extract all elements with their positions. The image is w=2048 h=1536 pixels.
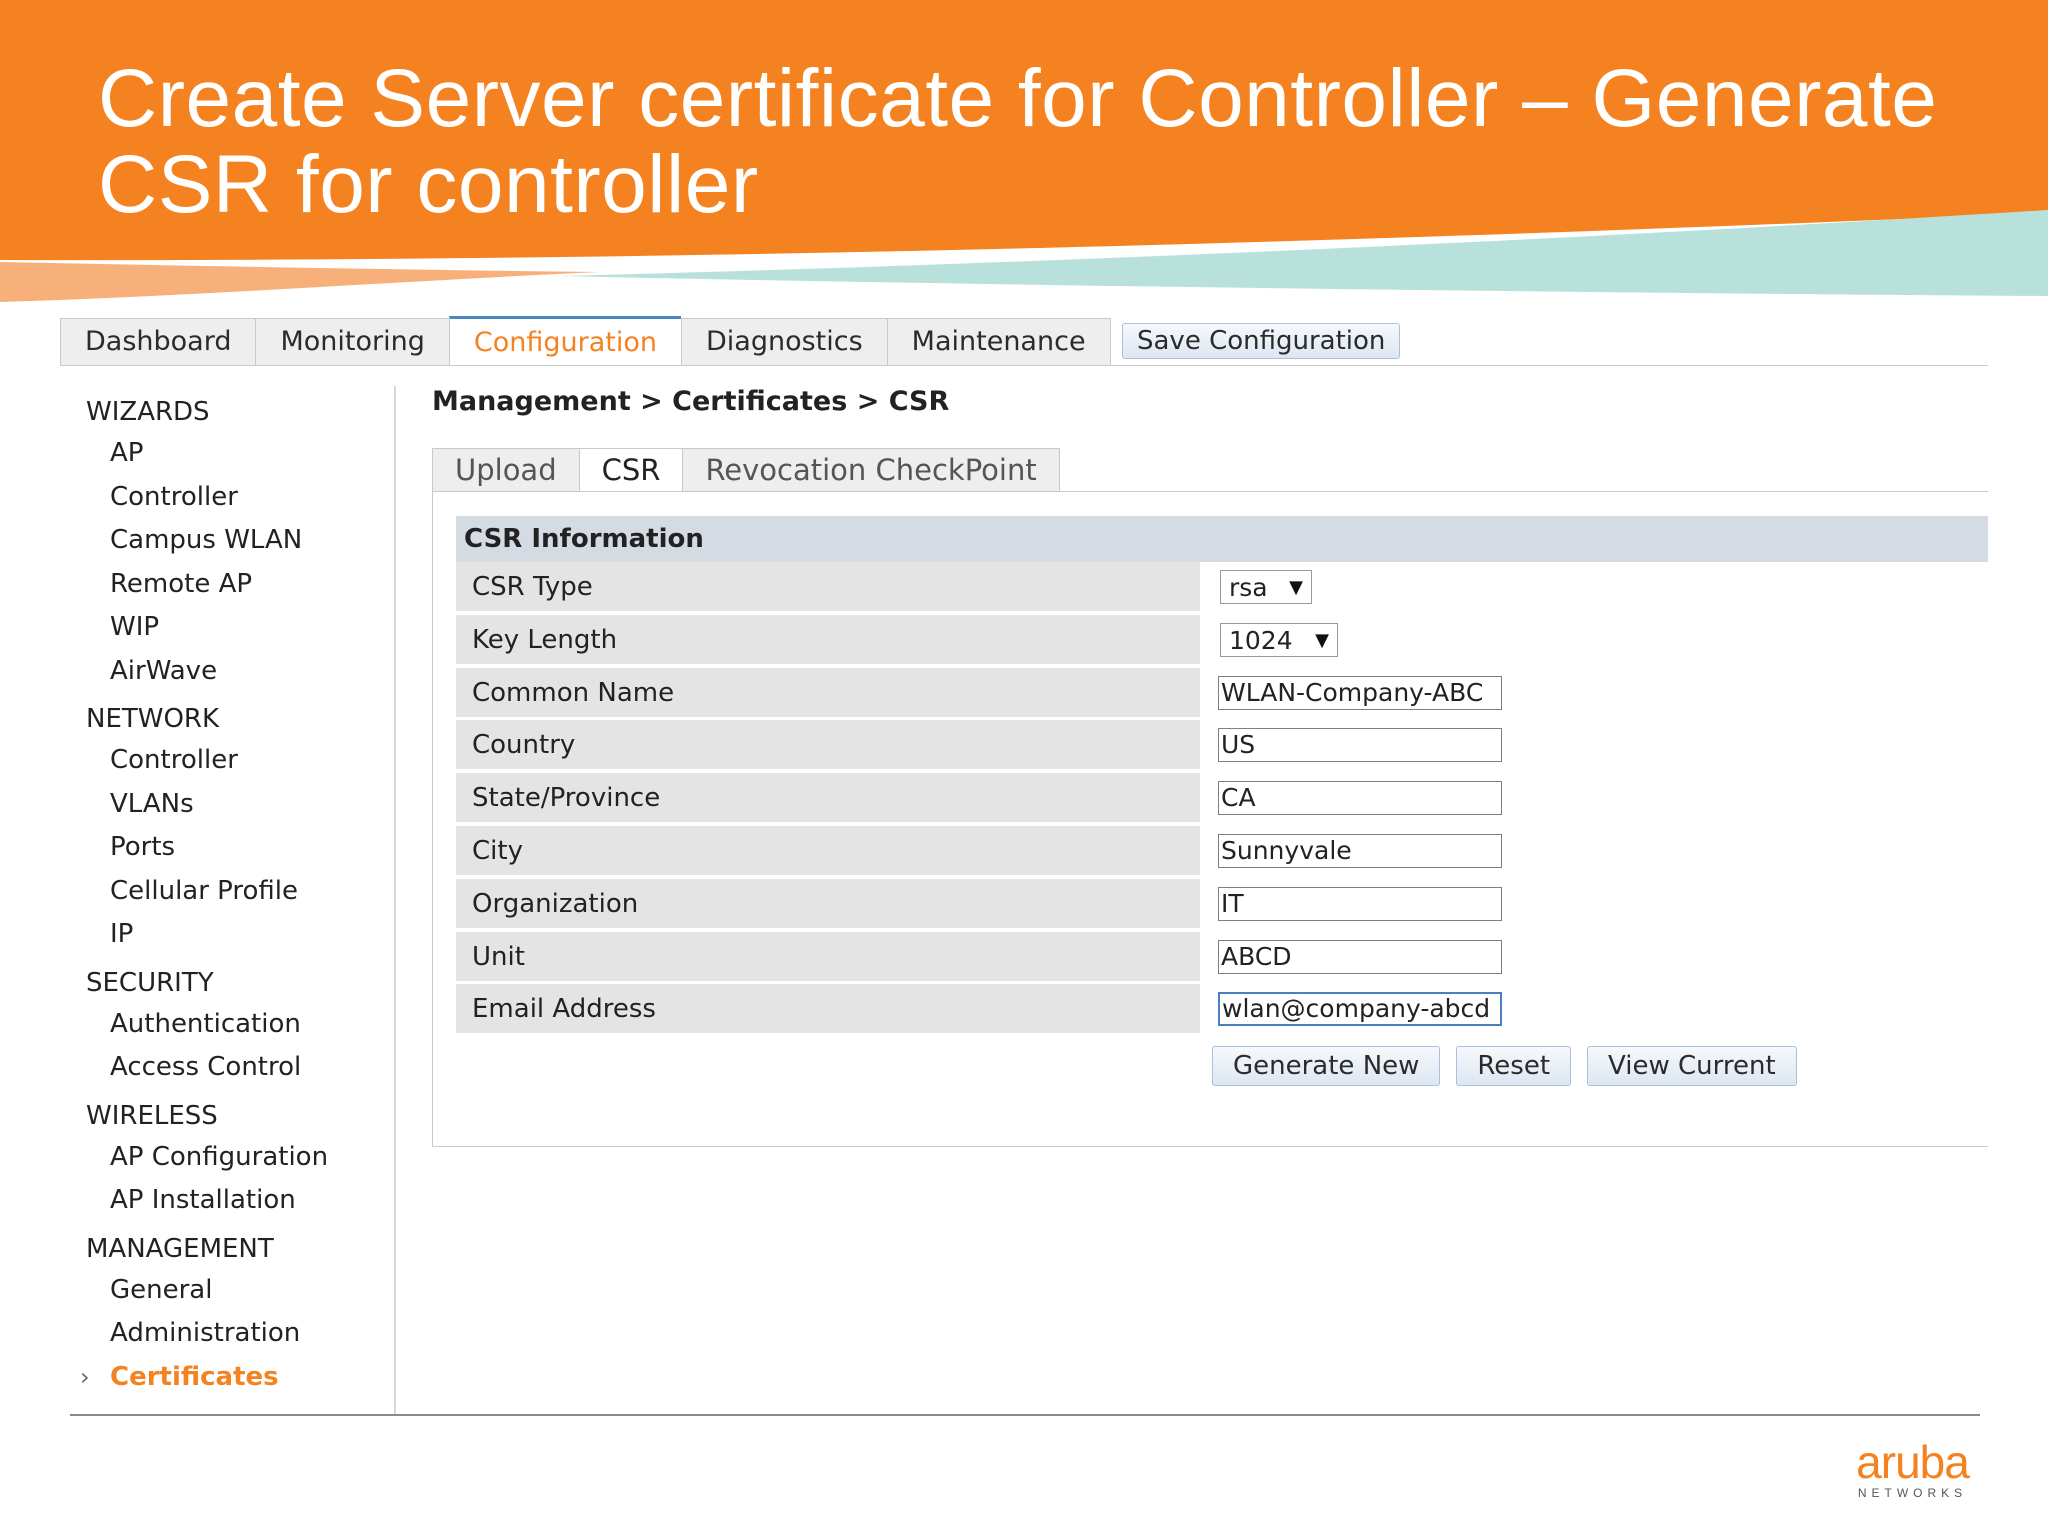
- sidebar-item-ip[interactable]: IP: [70, 913, 390, 957]
- select-value: rsa: [1229, 573, 1268, 602]
- nav-divider: [60, 365, 1988, 366]
- sidebar-section-wizards[interactable]: WIZARDS: [70, 392, 390, 432]
- sidebar-item-administration[interactable]: Administration: [70, 1312, 390, 1356]
- city-input[interactable]: Sunnyvale: [1218, 833, 1502, 868]
- sidebar-section-wireless[interactable]: WIRELESS: [70, 1096, 390, 1136]
- form-row-state-province: State/Province CA: [456, 773, 1988, 826]
- slide-title: Create Server certificate for Controller…: [98, 53, 1938, 230]
- csr-actions: Generate New Reset View Current: [1212, 1046, 1797, 1086]
- unit-input[interactable]: ABCD: [1218, 939, 1502, 974]
- field-label: CSR Type: [456, 562, 1200, 613]
- sidebar: WIZARDS AP Controller Campus WLAN Remote…: [70, 392, 390, 1399]
- logo-wordmark: aruba: [1856, 1436, 1970, 1488]
- sidebar-item-network-controller[interactable]: Controller: [70, 739, 390, 783]
- tab-configuration[interactable]: Configuration: [448, 316, 681, 366]
- tab-maintenance[interactable]: Maintenance: [886, 318, 1111, 366]
- dropdown-arrow-icon: ▼: [1315, 629, 1329, 651]
- tab-monitoring[interactable]: Monitoring: [255, 318, 449, 366]
- sidebar-item-general[interactable]: General: [70, 1269, 390, 1313]
- sidebar-section-security[interactable]: SECURITY: [70, 963, 390, 1003]
- sidebar-item-cellular-profile[interactable]: Cellular Profile: [70, 870, 390, 914]
- sidebar-item-ports[interactable]: Ports: [70, 826, 390, 870]
- organization-input[interactable]: IT: [1218, 886, 1502, 921]
- sidebar-divider: [394, 386, 396, 1414]
- generate-new-button[interactable]: Generate New: [1212, 1046, 1441, 1086]
- sidebar-item-ap-installation[interactable]: AP Installation: [70, 1179, 390, 1223]
- sidebar-section-management[interactable]: MANAGEMENT: [70, 1229, 390, 1269]
- tab-dashboard[interactable]: Dashboard: [60, 318, 256, 366]
- footer-divider: [70, 1414, 1980, 1416]
- dropdown-arrow-icon: ▼: [1289, 577, 1303, 598]
- csr-form: CSR Type rsa ▼ Key Length 1024 ▼ Common …: [456, 562, 1988, 1037]
- form-row-common-name: Common Name WLAN-Company-ABC: [456, 667, 1988, 721]
- form-row-city: City Sunnyvale: [456, 825, 1988, 879]
- sidebar-item-wizard-campus-wlan[interactable]: Campus WLAN: [70, 519, 390, 563]
- chevron-right-icon: ›: [80, 1362, 90, 1391]
- logo-tagline: NETWORKS: [1857, 1486, 1968, 1500]
- top-nav: Dashboard Monitoring Configuration Diagn…: [60, 316, 1111, 366]
- field-label: Organization: [456, 878, 1200, 930]
- field-label: Key Length: [456, 614, 1200, 666]
- form-row-country: Country US: [456, 720, 1988, 773]
- sidebar-item-vlans[interactable]: VLANs: [70, 783, 390, 827]
- field-label: City: [456, 825, 1200, 877]
- state-province-input[interactable]: CA: [1218, 781, 1502, 816]
- sidebar-item-wizard-remote-ap[interactable]: Remote AP: [70, 563, 390, 607]
- common-name-input[interactable]: WLAN-Company-ABC: [1218, 675, 1502, 710]
- csr-type-select[interactable]: rsa ▼: [1220, 570, 1312, 604]
- csr-information-header: CSR Information: [456, 516, 1988, 562]
- sidebar-item-certificates[interactable]: › Certificates: [70, 1356, 390, 1400]
- sidebar-item-authentication[interactable]: Authentication: [70, 1003, 390, 1047]
- email-address-input[interactable]: wlan@company-abcd: [1218, 992, 1502, 1027]
- sidebar-item-wizard-airwave[interactable]: AirWave: [70, 650, 390, 694]
- sidebar-item-ap-configuration[interactable]: AP Configuration: [70, 1136, 390, 1180]
- subtabs: Upload CSR Revocation CheckPoint: [432, 448, 1060, 492]
- form-row-csr-type: CSR Type rsa ▼: [456, 562, 1988, 615]
- sidebar-item-wizard-controller[interactable]: Controller: [70, 476, 390, 520]
- reset-button[interactable]: Reset: [1456, 1046, 1572, 1086]
- field-label: Unit: [456, 931, 1200, 983]
- field-label: Email Address: [456, 984, 1200, 1036]
- sidebar-section-network[interactable]: NETWORK: [70, 699, 390, 739]
- sidebar-item-access-control[interactable]: Access Control: [70, 1046, 390, 1090]
- view-current-button[interactable]: View Current: [1587, 1046, 1797, 1086]
- sidebar-item-wizard-wip[interactable]: WIP: [70, 606, 390, 650]
- tab-diagnostics[interactable]: Diagnostics: [680, 318, 887, 366]
- aruba-logo: aruba NETWORKS: [1840, 1436, 1985, 1500]
- subtab-csr[interactable]: CSR: [578, 448, 683, 492]
- form-row-unit: Unit ABCD: [456, 931, 1988, 985]
- breadcrumb: Management > Certificates > CSR: [432, 386, 950, 417]
- key-length-select[interactable]: 1024 ▼: [1220, 622, 1338, 657]
- field-label: State/Province: [456, 773, 1200, 825]
- form-row-email-address: Email Address wlan@company-abcd: [456, 984, 1988, 1037]
- save-configuration-button[interactable]: Save Configuration: [1122, 323, 1401, 359]
- field-label: Common Name: [456, 667, 1200, 719]
- subtab-revocation-checkpoint[interactable]: Revocation CheckPoint: [682, 448, 1060, 492]
- field-label: Country: [456, 720, 1200, 772]
- select-value: 1024: [1229, 625, 1293, 655]
- form-row-key-length: Key Length 1024 ▼: [456, 614, 1988, 668]
- form-row-organization: Organization IT: [456, 878, 1988, 932]
- subtab-upload[interactable]: Upload: [432, 448, 579, 492]
- sidebar-item-wizard-ap[interactable]: AP: [70, 432, 390, 476]
- sidebar-item-label: Certificates: [110, 1361, 279, 1392]
- country-input[interactable]: US: [1218, 728, 1502, 763]
